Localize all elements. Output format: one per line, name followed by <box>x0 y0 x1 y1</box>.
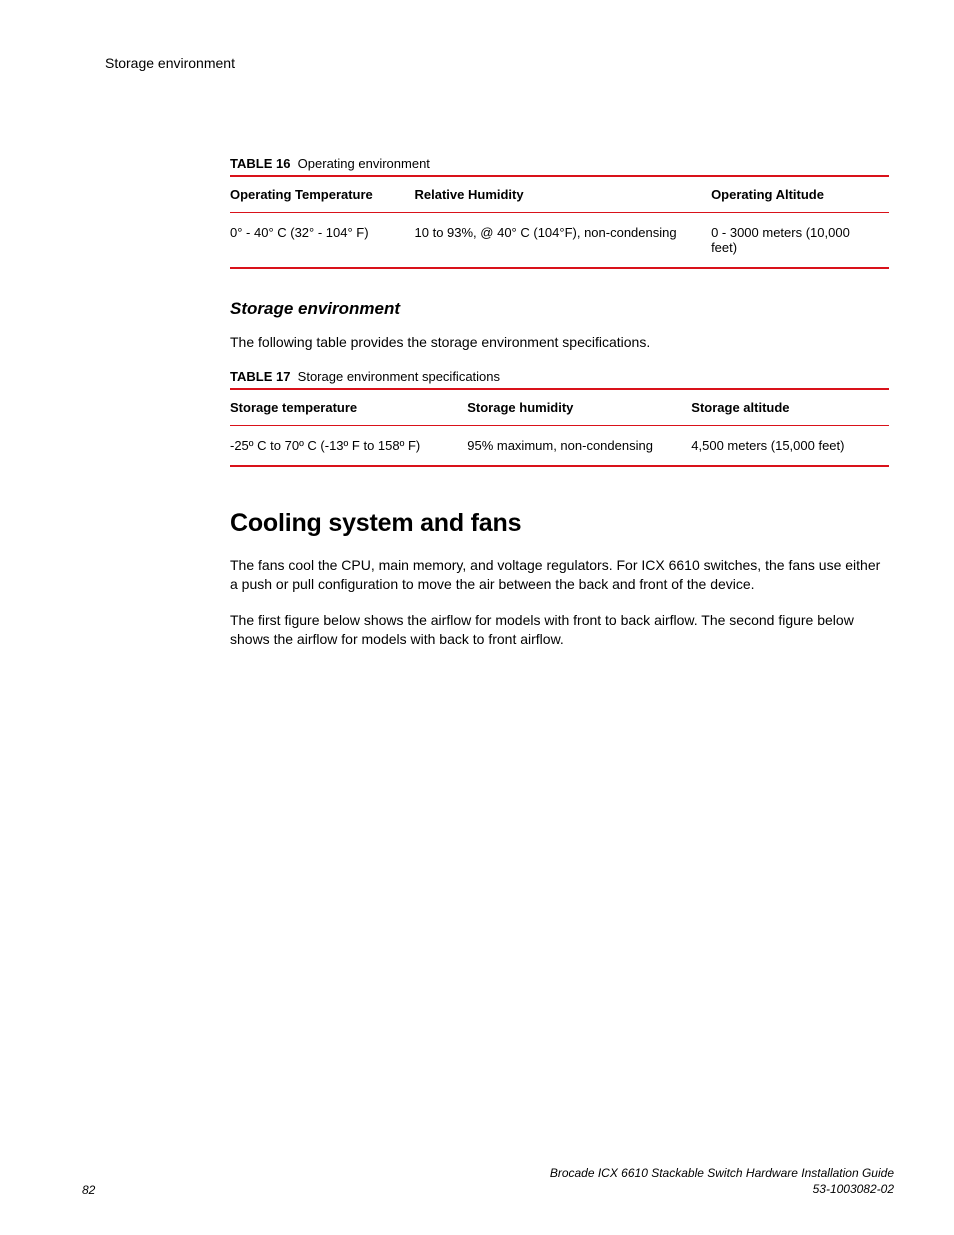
main-content: TABLE 16 Operating environment Operating… <box>230 156 889 648</box>
table16-caption: TABLE 16 Operating environment <box>230 156 889 171</box>
footer-right: Brocade ICX 6610 Stackable Switch Hardwa… <box>550 1165 894 1197</box>
col-header: Storage altitude <box>691 389 889 426</box>
cooling-system-heading: Cooling system and fans <box>230 509 889 538</box>
cell: 0° - 40° C (32° - 104° F) <box>230 213 415 269</box>
cell: 10 to 93%, @ 40° C (104°F), non-condensi… <box>415 213 712 269</box>
table16: Operating Temperature Relative Humidity … <box>230 175 889 269</box>
paragraph: The first figure below shows the airflow… <box>230 611 889 648</box>
page-footer: 82 Brocade ICX 6610 Stackable Switch Har… <box>60 1165 894 1197</box>
table17: Storage temperature Storage humidity Sto… <box>230 388 889 467</box>
col-header: Storage temperature <box>230 389 467 426</box>
running-head: Storage environment <box>105 55 894 71</box>
table-row: -25º C to 70º C (-13º F to 158º F) 95% m… <box>230 426 889 467</box>
table17-caption: TABLE 17 Storage environment specificati… <box>230 369 889 384</box>
table-header-row: Operating Temperature Relative Humidity … <box>230 176 889 213</box>
table-row: 0° - 40° C (32° - 104° F) 10 to 93%, @ 4… <box>230 213 889 269</box>
doc-number: 53-1003082-02 <box>550 1181 894 1197</box>
cell: 0 - 3000 meters (10,000 feet) <box>711 213 889 269</box>
paragraph: The following table provides the storage… <box>230 333 889 351</box>
col-header: Operating Temperature <box>230 176 415 213</box>
page-number: 82 <box>60 1183 95 1197</box>
table17-title: Storage environment specifications <box>298 369 500 384</box>
paragraph: The fans cool the CPU, main memory, and … <box>230 556 889 593</box>
col-header: Operating Altitude <box>711 176 889 213</box>
storage-environment-heading: Storage environment <box>230 299 889 319</box>
doc-title: Brocade ICX 6610 Stackable Switch Hardwa… <box>550 1165 894 1181</box>
col-header: Storage humidity <box>467 389 691 426</box>
table16-label: TABLE 16 <box>230 156 290 171</box>
col-header: Relative Humidity <box>415 176 712 213</box>
page: Storage environment TABLE 16 Operating e… <box>0 0 954 1235</box>
table-header-row: Storage temperature Storage humidity Sto… <box>230 389 889 426</box>
cell: 4,500 meters (15,000 feet) <box>691 426 889 467</box>
table16-title: Operating environment <box>298 156 430 171</box>
table17-label: TABLE 17 <box>230 369 290 384</box>
cell: -25º C to 70º C (-13º F to 158º F) <box>230 426 467 467</box>
cell: 95% maximum, non-condensing <box>467 426 691 467</box>
